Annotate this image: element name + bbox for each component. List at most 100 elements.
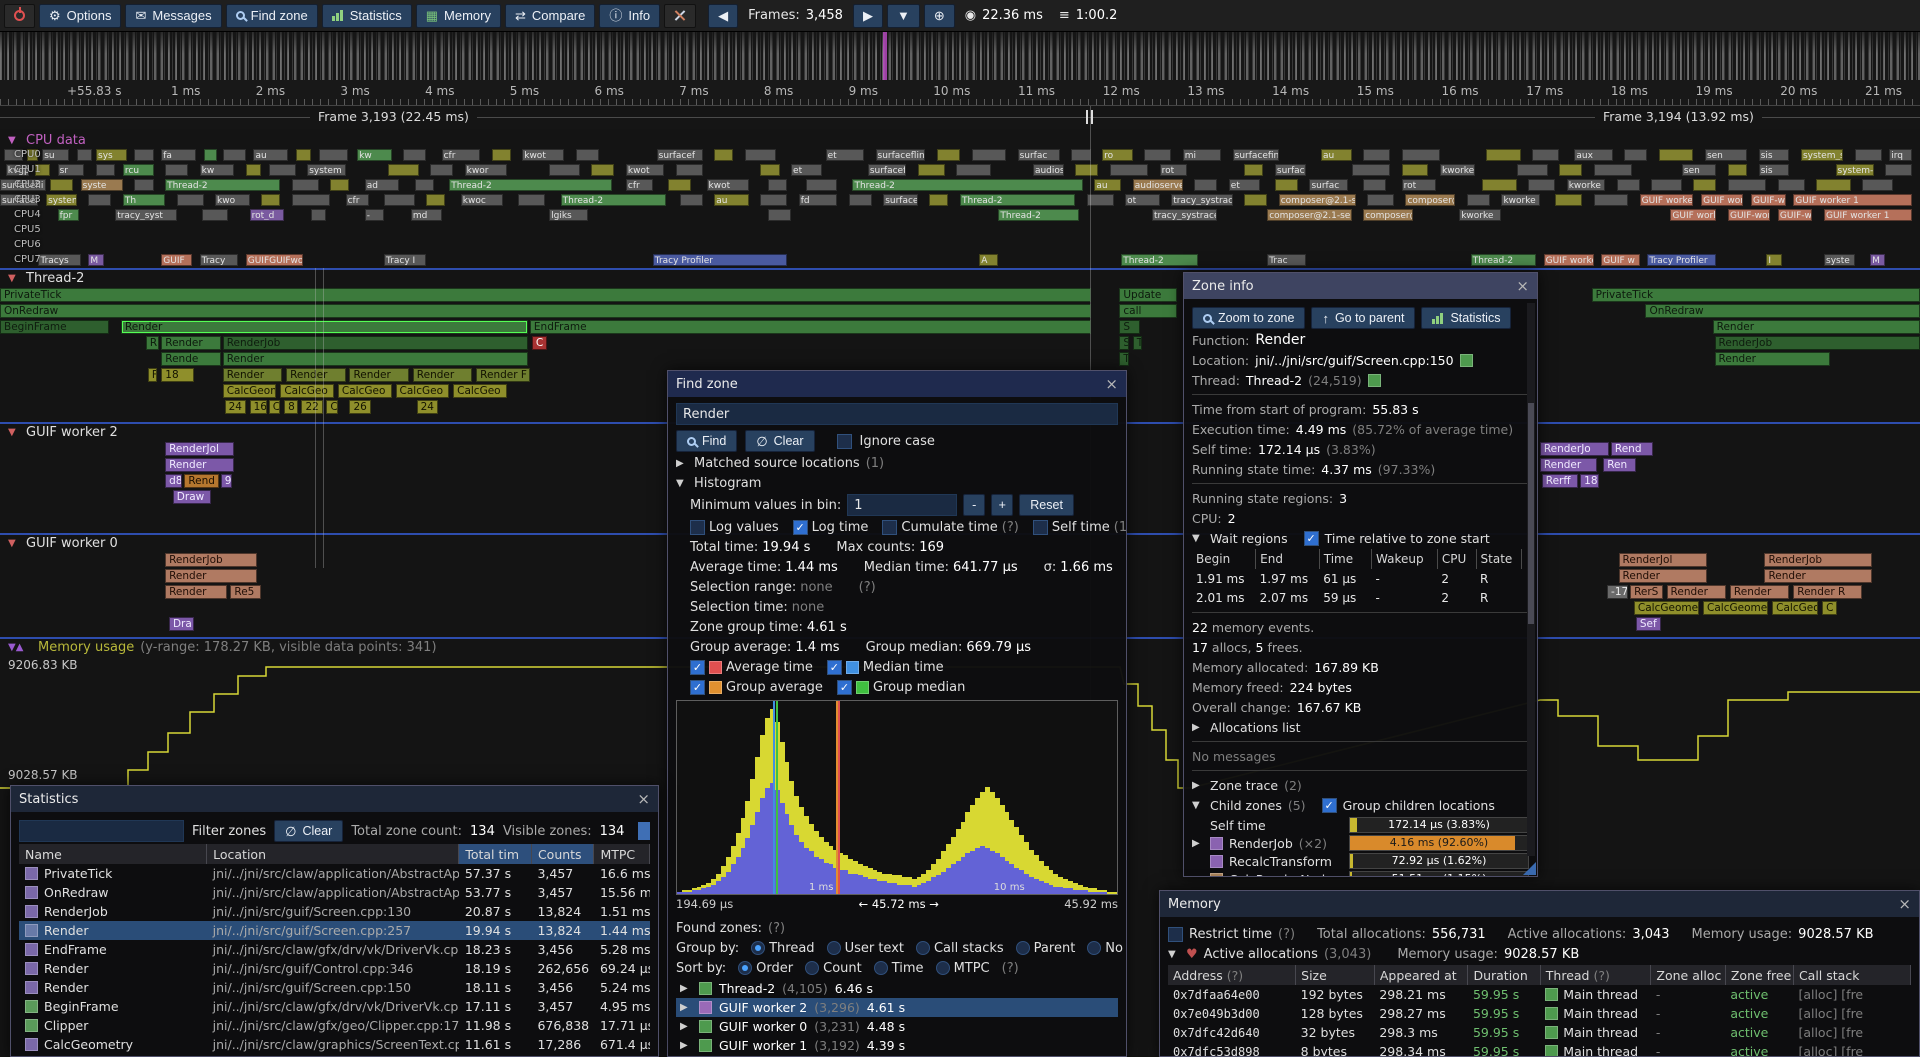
table-row[interactable]: Renderjni/../jni/src/guif/Control.cpp:34… [19,959,650,978]
cpu-segment[interactable]: GUIF [161,254,192,266]
cpu-segment[interactable] [1144,149,1171,161]
zoom-to-zone-button[interactable]: Zoom to zone [1192,307,1305,329]
wait-region-row[interactable]: 1.91 ms1.97 ms61 μs-2R [1192,569,1522,588]
memory-col-header[interactable]: Thread (?) [1540,965,1651,985]
crosshair-button[interactable]: ⊕ [924,4,955,28]
timeline-zone[interactable]: Render [1764,569,1872,583]
cpu-segment[interactable] [1486,149,1521,161]
zone-info-titlebar[interactable]: Zone info × [1184,273,1537,299]
cpu-segment[interactable]: kworke [1501,194,1539,206]
cpu-segment[interactable]: kworke [1459,209,1501,221]
timeline-zone[interactable]: Render [1715,352,1830,366]
cpu-segment[interactable] [1594,194,1629,206]
cpu-segment[interactable] [202,209,229,221]
thread-header-thread-2[interactable]: ▼Thread-2 [0,268,1920,286]
cpu-segment[interactable] [292,194,330,206]
cpu-segment[interactable] [760,164,779,176]
timeline-zone[interactable]: CalcGeomet [1703,601,1768,615]
timeline-zone[interactable]: Rend [1611,442,1653,456]
timeline-zone[interactable]: PrivateTick [1592,288,1920,302]
cpu-segment[interactable] [292,179,319,191]
timeline-zone[interactable]: Rende [161,352,221,366]
cpu-segment[interactable]: ot [1125,194,1160,206]
timeline-zone[interactable]: Render [1667,585,1727,599]
cpu-segment[interactable]: tracy_systrace [1171,194,1232,206]
cpu-segment[interactable]: M [1870,254,1885,266]
timeline-zone[interactable]: Render [223,352,528,366]
cpu-segment[interactable]: cfr [346,194,369,206]
timeline-zone[interactable]: R [146,336,159,350]
cpu-segment[interactable] [806,179,837,191]
chevron-down-icon[interactable]: ▼ [1168,949,1180,960]
child-zone-row[interactable]: Self time172.14 μs (3.83%) [1192,816,1529,834]
cpu-segment[interactable] [50,179,73,191]
timeline-zone[interactable]: CalcGeomel [1634,601,1699,615]
checkbox[interactable] [1033,520,1048,535]
cpu-segment[interactable] [426,194,445,206]
chevron-right-icon[interactable]: ▶ [1192,780,1204,791]
radio-button[interactable] [936,961,950,975]
cpu-segment[interactable] [680,194,703,206]
timeline-zone[interactable]: Rend [184,474,219,488]
messages-button[interactable]: ✉Messages [125,4,221,28]
cpu-segment[interactable] [937,149,960,161]
cpu-segment[interactable]: sen [1705,149,1747,161]
timeline-zone[interactable]: CalcGeo [338,384,392,398]
cpu-segment[interactable] [1532,149,1559,161]
checkbox[interactable]: ✓ [690,680,705,695]
timeline-zone[interactable]: Update [1119,288,1177,302]
cpu-segment[interactable]: Trac [1267,254,1305,266]
cpu-segment[interactable] [760,194,787,206]
cpu-segment[interactable] [1363,179,1386,191]
histogram-plot[interactable]: 1 ms10 ms [676,700,1118,895]
cpu-segment[interactable]: GUIFGUIFwork [246,254,304,266]
clear-filter-button[interactable]: ∅ Clear [274,820,343,842]
timeline-zone[interactable]: RenderJob [1715,336,1920,350]
cpu-segment[interactable]: Thread-2 [852,179,1082,191]
allocation-row[interactable]: 0x7dfc42d64032 bytes298.3 ms59.95 sMain … [1168,1023,1911,1042]
cpu-segment[interactable]: fpr [58,209,79,221]
chevron-right-icon[interactable]: ▶ [1192,722,1204,733]
cpu-segment[interactable]: surfac [1018,149,1060,161]
cpu-segment[interactable] [1728,164,1747,176]
cpu-segment[interactable]: system_s [1801,149,1843,161]
cpu-segment[interactable]: au [1321,149,1352,161]
allocation-row[interactable]: 0x7e049b3d00128 bytes298.27 ms59.95 sMai… [1168,1004,1911,1023]
time-ruler[interactable]: +55.83 s 1 ms2 ms3 ms4 ms5 ms6 ms7 ms8 m… [0,80,1920,106]
timeline-zone[interactable]: 18 [1580,474,1599,488]
frame-overview-strip[interactable] [0,32,1920,80]
timeline-zone[interactable]: Render [165,569,257,583]
cpu-segment[interactable] [296,149,311,161]
cpu-segment[interactable]: sen [1682,164,1717,176]
cpu-segment[interactable] [492,149,511,161]
cpu-segment[interactable] [77,149,92,161]
radio-button[interactable] [874,961,888,975]
cpu-segment[interactable] [1778,179,1805,191]
timeline-zone[interactable]: call [1119,304,1177,318]
cpu-segment[interactable]: kworke [1440,164,1475,176]
child-zone-row[interactable]: CalcRenderNodes51.51 μs (1.15%) [1192,870,1529,877]
cpu-segment[interactable]: syste [1824,254,1855,266]
cpu-segment[interactable]: Th [123,194,165,206]
resize-grip[interactable] [1523,862,1536,875]
cpu-segment[interactable] [430,164,453,176]
timeline-zone[interactable]: BeginFrame [0,320,109,334]
timeline-zone[interactable]: Render [1730,585,1790,599]
cpu-segment[interactable]: tracy_systrace [1152,209,1217,221]
table-row[interactable]: PrivateTickjni/../jni/src/claw/applicati… [19,864,650,883]
cpu-segment[interactable]: kw [200,164,235,176]
cpu-segment[interactable]: ad [365,179,400,191]
cpu-segment[interactable] [1110,164,1148,176]
timeline-zone[interactable]: T [1133,336,1143,350]
table-row[interactable]: CalcGeometryjni/../jni/src/claw/graphics… [19,1035,650,1054]
radio-button[interactable] [827,941,841,955]
cpu-segment[interactable]: rot [1160,164,1187,176]
cpu-segment[interactable] [956,164,991,176]
scrollbar[interactable] [1527,303,1535,856]
statistics-button[interactable]: Statistics [1421,307,1511,329]
cpu-segment[interactable]: GUIF-w [1751,194,1786,206]
cpu-segment[interactable] [1728,179,1766,191]
cpu-segment[interactable] [1693,179,1716,191]
timeline-zone[interactable]: Sef [1636,617,1661,631]
cpu-segment[interactable] [676,164,703,176]
